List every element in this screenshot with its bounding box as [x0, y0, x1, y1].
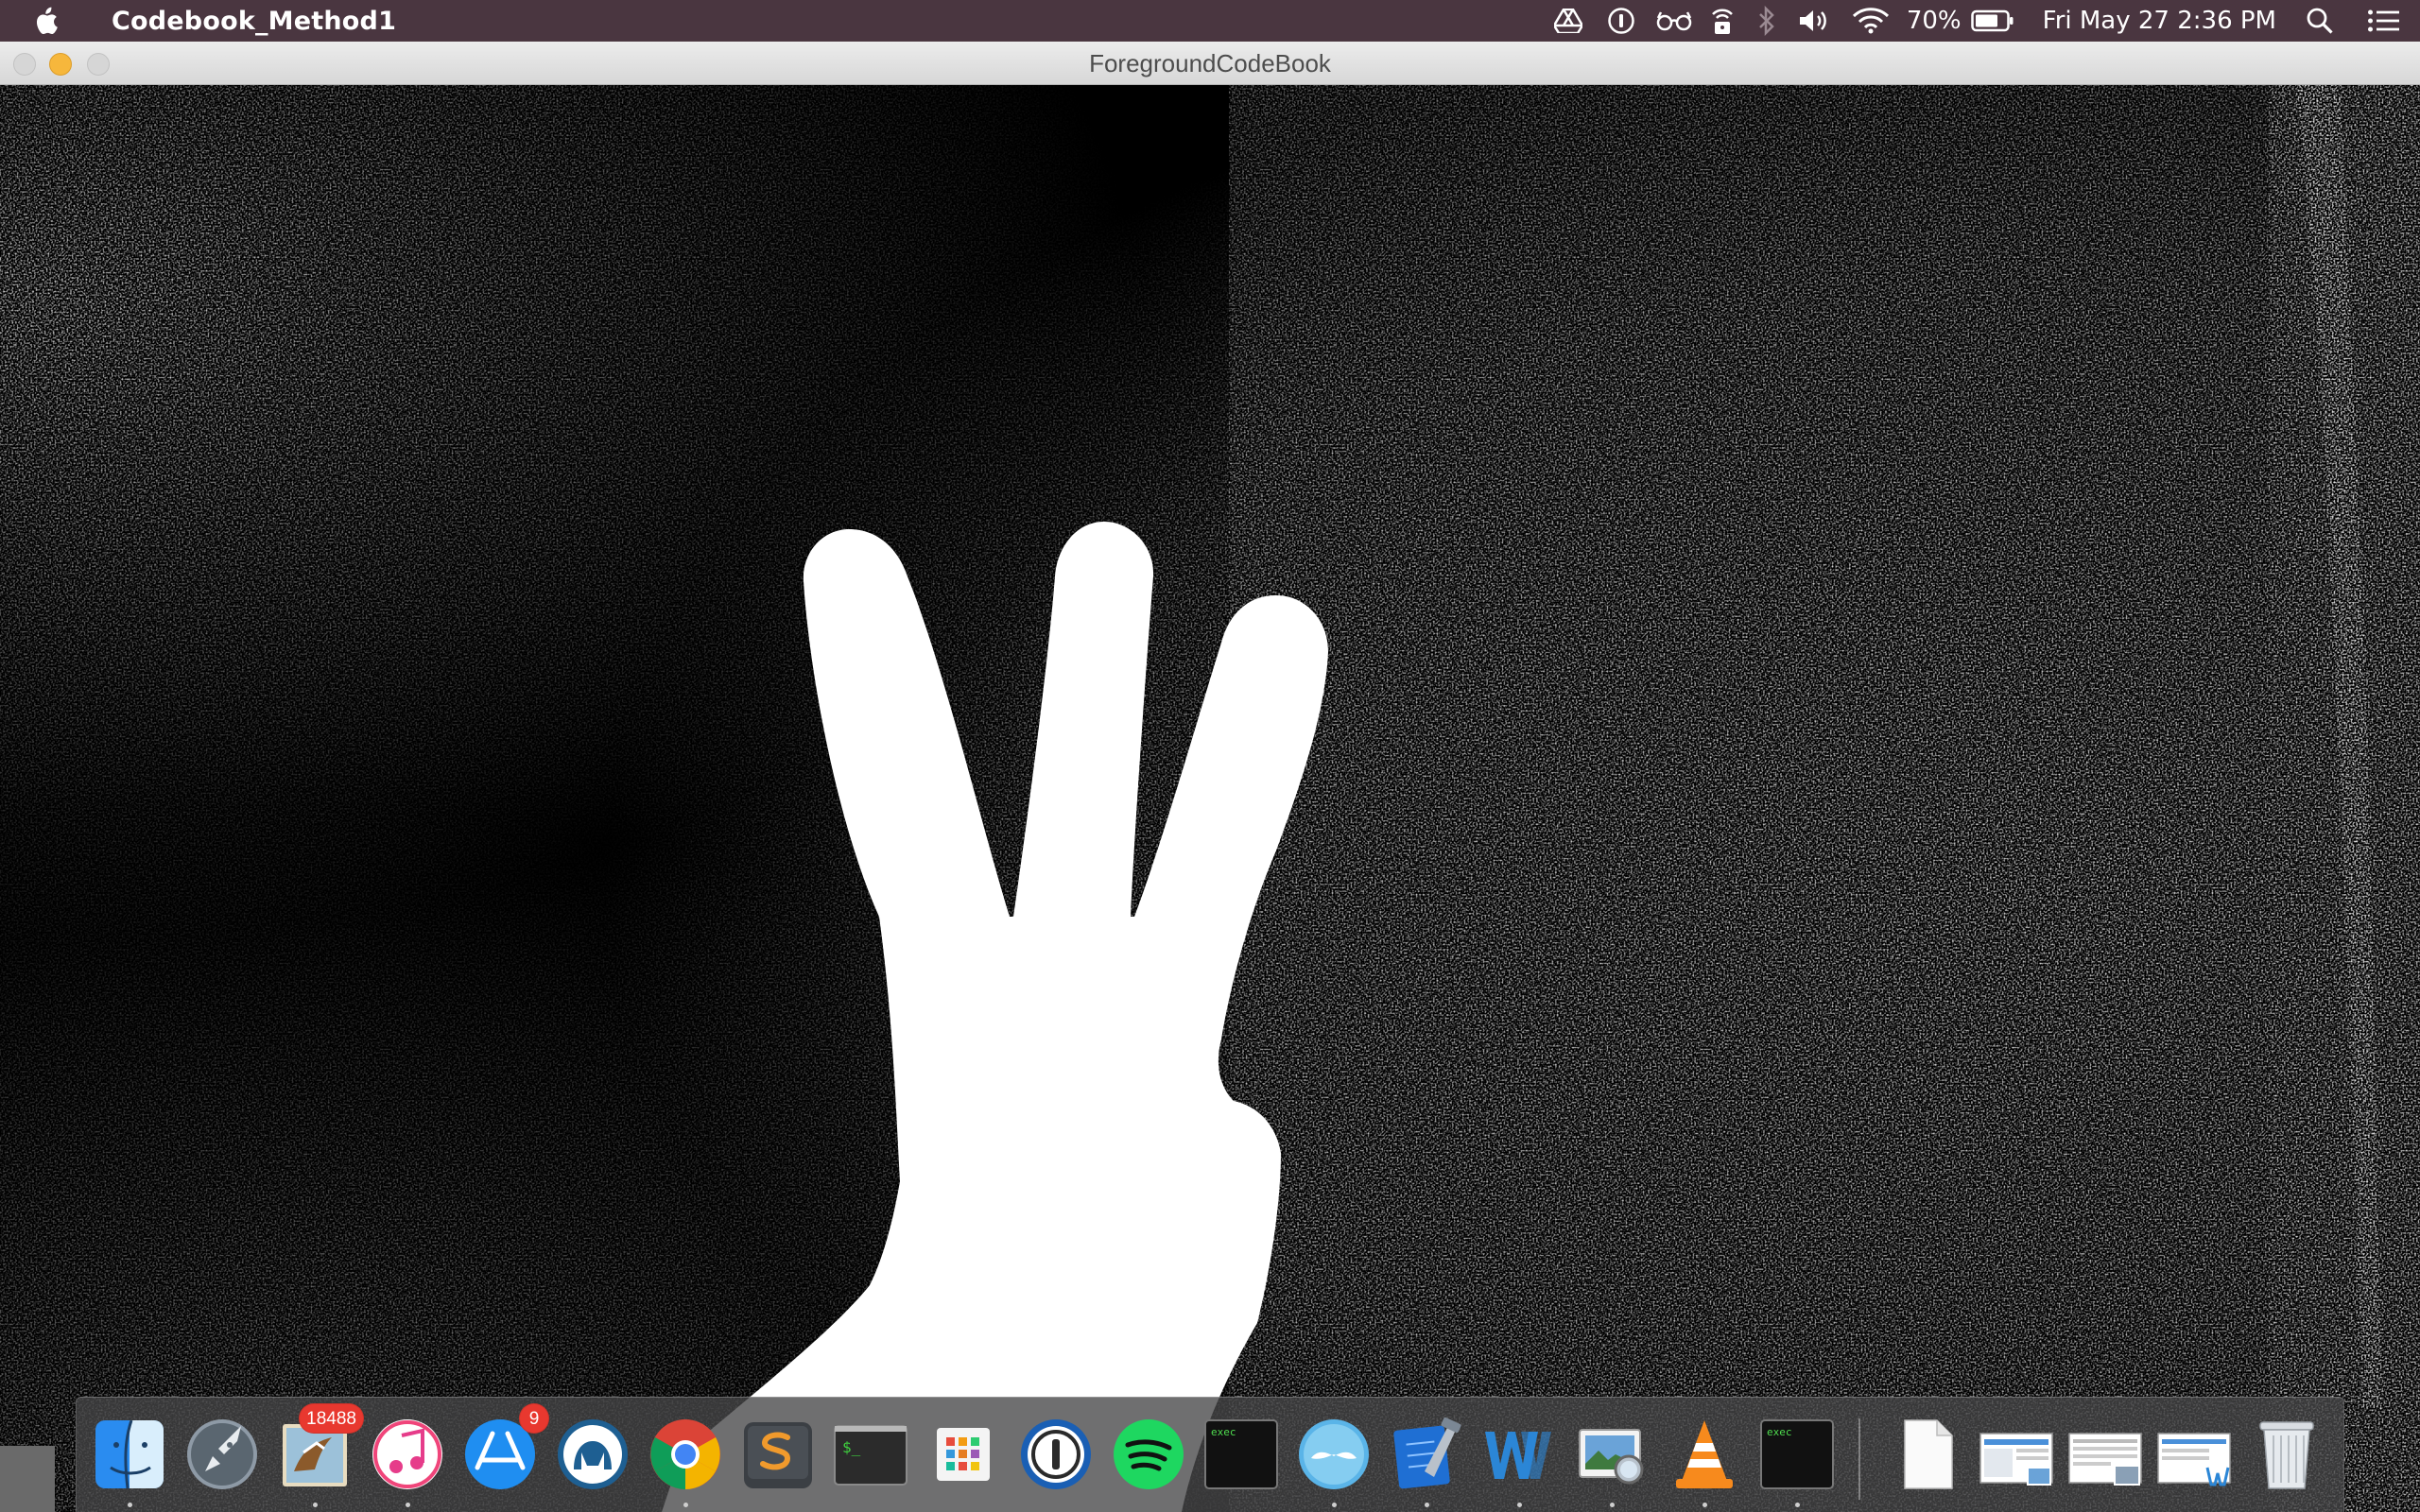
window-titlebar[interactable]: ForegroundCodeBook	[0, 42, 2420, 85]
mail-badge: 18488	[299, 1403, 364, 1434]
google-drive-icon[interactable]	[1551, 0, 1585, 42]
bluetooth-icon[interactable]	[1755, 0, 1778, 42]
running-indicator	[1332, 1503, 1337, 1507]
onepassword-icon[interactable]	[1604, 0, 1638, 42]
itunes-icon[interactable]	[368, 1415, 447, 1507]
running-indicator	[1517, 1503, 1522, 1507]
spotify-icon[interactable]	[1109, 1415, 1188, 1494]
word-doc-stack-icon[interactable]	[2154, 1415, 2234, 1494]
terminal-icon[interactable]: $_	[831, 1415, 910, 1494]
xcode-icon[interactable]	[1387, 1415, 1466, 1507]
wifi-icon[interactable]	[1852, 0, 1890, 42]
running-indicator	[1425, 1503, 1429, 1507]
sublime-text-icon[interactable]	[738, 1415, 818, 1494]
desktop-corner	[0, 1446, 55, 1512]
document-stack-icon[interactable]	[1888, 1415, 1967, 1494]
menu-bar: Codebook_Method1 70% Fri May 27 2:36 PM	[0, 0, 2420, 42]
exec-label-2: exec	[1767, 1426, 1792, 1438]
launchpad-icon[interactable]	[182, 1415, 262, 1494]
foreground-codebook-window: ForegroundCodeBook	[0, 42, 2420, 1512]
foreground-mask-image	[0, 85, 2420, 1512]
exec-terminal-2-icon[interactable]: exec	[1757, 1415, 1837, 1507]
running-indicator	[406, 1503, 410, 1507]
reading-glasses-icon[interactable]	[1655, 0, 1693, 42]
running-indicator	[128, 1503, 132, 1507]
finder-icon[interactable]	[90, 1415, 169, 1507]
unibox-icon[interactable]	[1294, 1415, 1374, 1507]
trash-icon[interactable]	[2247, 1415, 2326, 1494]
screenshots-stack-2-icon[interactable]	[2066, 1415, 2145, 1494]
preview-icon[interactable]	[1572, 1415, 1651, 1507]
dock-separator	[1858, 1418, 1860, 1500]
onepassword-app-icon[interactable]	[1016, 1415, 1096, 1494]
battery-icon[interactable]	[1970, 0, 2014, 42]
window-title: ForegroundCodeBook	[1089, 49, 1331, 77]
apps-grid-icon[interactable]	[924, 1415, 1003, 1494]
word-icon[interactable]	[1479, 1415, 1559, 1507]
notification-center-icon[interactable]	[2367, 0, 2401, 42]
running-indicator	[1795, 1503, 1800, 1507]
app-store-icon[interactable]: 9	[460, 1403, 549, 1494]
app-name-menu[interactable]: Codebook_Method1	[112, 7, 396, 36]
exec-terminal-icon[interactable]: exec	[1201, 1415, 1281, 1494]
status-area: 70% Fri May 27 2:36 PM	[1551, 0, 2420, 42]
dock: 18488 9 $_ exec exec	[76, 1397, 2344, 1512]
mask-canvas	[0, 85, 2420, 1512]
running-indicator	[1703, 1503, 1707, 1507]
lock-wifi-icon[interactable]	[1708, 0, 1737, 42]
running-indicator	[313, 1503, 318, 1507]
screenshots-stack-icon[interactable]	[1977, 1415, 2056, 1494]
running-indicator	[683, 1503, 688, 1507]
spotlight-icon[interactable]	[2305, 0, 2335, 42]
vlc-icon[interactable]	[1665, 1415, 1744, 1507]
volume-icon[interactable]	[1797, 0, 1833, 42]
clock[interactable]: Fri May 27 2:36 PM	[2043, 7, 2276, 35]
chrome-icon[interactable]	[646, 1415, 725, 1507]
mail-icon[interactable]: 18488	[275, 1403, 364, 1507]
app-store-badge: 9	[519, 1403, 549, 1434]
running-indicator	[1610, 1503, 1615, 1507]
svg-text:$_: $_	[842, 1438, 861, 1456]
battery-percent[interactable]: 70%	[1907, 7, 1962, 35]
exec-label: exec	[1211, 1426, 1236, 1438]
apple-menu-icon[interactable]	[32, 0, 87, 42]
sequel-pro-icon[interactable]	[553, 1415, 632, 1494]
